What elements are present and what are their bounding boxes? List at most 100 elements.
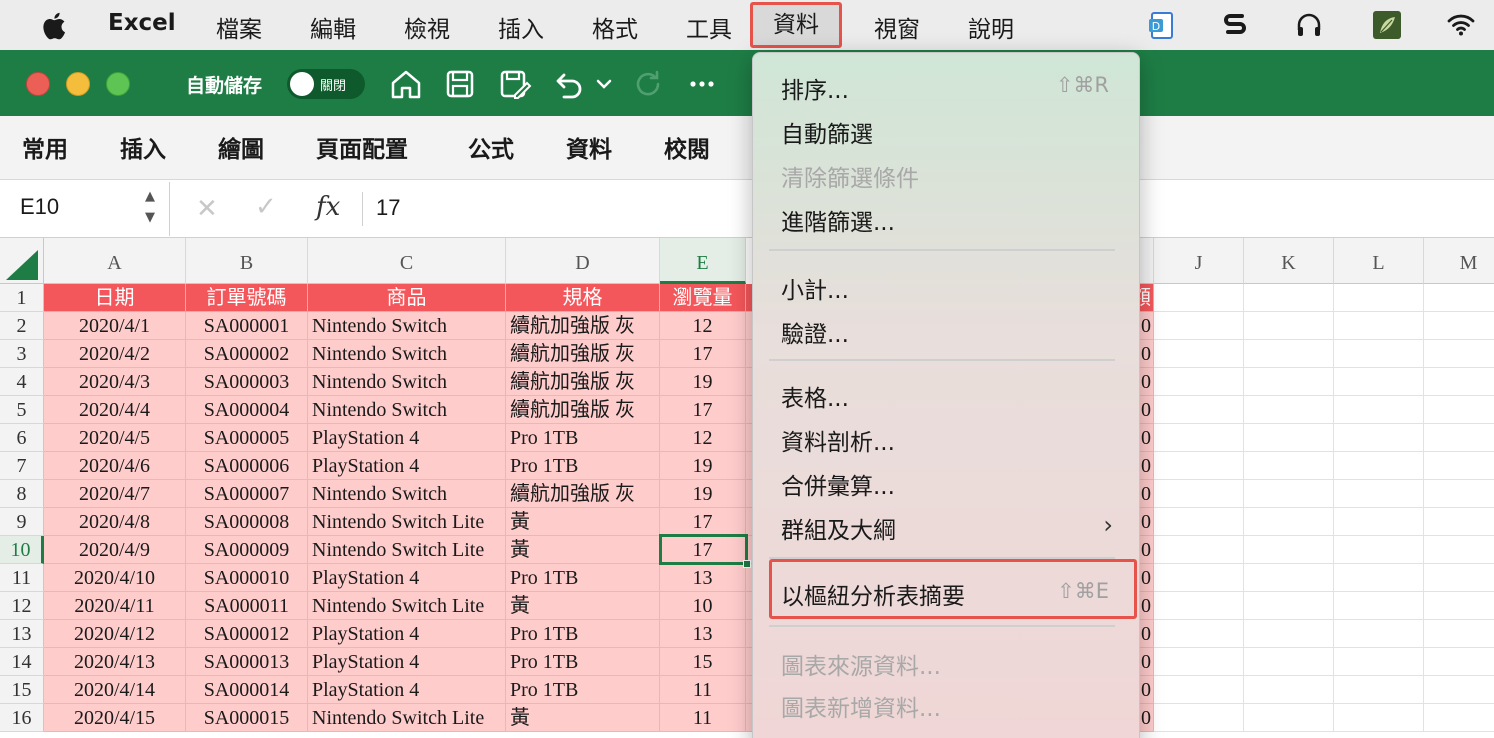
column-header-k[interactable]: K — [1244, 238, 1334, 284]
menu-item-validation[interactable]: 驗證... — [781, 315, 849, 349]
menubar-format[interactable]: 格式 — [592, 10, 638, 44]
empty-cell[interactable] — [1244, 396, 1334, 424]
empty-cell[interactable] — [1244, 480, 1334, 508]
table-cell[interactable]: SA000012 — [186, 620, 308, 648]
row-header[interactable]: 1 — [0, 284, 44, 312]
menu-item-subtotal[interactable]: 小計... — [781, 271, 849, 305]
cancel-entry-icon[interactable]: ✕ — [196, 194, 218, 224]
empty-cell[interactable] — [1154, 396, 1244, 424]
table-cell[interactable]: Pro 1TB — [506, 452, 660, 480]
confirm-entry-icon[interactable]: ✓ — [255, 192, 277, 222]
wifi-icon[interactable] — [1446, 10, 1476, 40]
empty-cell[interactable] — [1424, 452, 1494, 480]
empty-cell[interactable] — [1334, 536, 1424, 564]
table-cell[interactable]: PlayStation 4 — [308, 452, 506, 480]
empty-cell[interactable] — [1244, 368, 1334, 396]
empty-cell[interactable] — [1154, 312, 1244, 340]
table-cell[interactable]: SA000004 — [186, 396, 308, 424]
redo-icon[interactable] — [630, 66, 666, 102]
menu-item-pivot-table-summary[interactable]: 以樞紐分析表摘要 — [781, 577, 965, 611]
table-cell[interactable]: 續航加強版 灰 — [506, 312, 660, 340]
empty-cell[interactable] — [1424, 396, 1494, 424]
empty-cell[interactable] — [1334, 676, 1424, 704]
more-options-icon[interactable] — [684, 66, 720, 102]
spreadsheet-grid[interactable]: A B C D E J K L M 1 日期 訂單號碼 商品 規格 瀏覽量額 2 2020/4/1 SA00000… — [0, 238, 1494, 738]
menubar-view[interactable]: 檢視 — [404, 10, 450, 44]
empty-cell[interactable] — [1334, 424, 1424, 452]
empty-cell[interactable] — [1334, 508, 1424, 536]
column-header-a[interactable]: A — [44, 238, 186, 284]
menu-item-text-to-columns[interactable]: 資料剖析... — [781, 423, 895, 457]
table-cell[interactable]: PlayStation 4 — [308, 676, 506, 704]
table-cell[interactable]: 10 — [660, 592, 746, 620]
row-header[interactable]: 16 — [0, 704, 44, 732]
table-cell[interactable]: SA000007 — [186, 480, 308, 508]
table-cell[interactable]: 2020/4/13 — [44, 648, 186, 676]
row-header[interactable]: 4 — [0, 368, 44, 396]
table-cell[interactable]: 續航加強版 灰 — [506, 368, 660, 396]
empty-cell[interactable] — [1154, 480, 1244, 508]
undo-dropdown-chevron-icon[interactable] — [592, 66, 616, 102]
table-cell[interactable]: 黃 — [506, 536, 660, 564]
empty-cell[interactable] — [1154, 284, 1244, 312]
menu-item-sort[interactable]: 排序... — [781, 71, 849, 105]
autosave-toggle[interactable]: 關閉 — [287, 69, 365, 99]
undo-icon[interactable] — [550, 66, 586, 102]
minimize-window-button[interactable] — [66, 72, 90, 96]
column-header-m[interactable]: M — [1424, 238, 1494, 284]
table-cell[interactable]: 12 — [660, 424, 746, 452]
table-cell[interactable]: Nintendo Switch Lite — [308, 536, 506, 564]
insert-function-button[interactable]: fx — [316, 192, 340, 222]
row-header[interactable]: 6 — [0, 424, 44, 452]
empty-cell[interactable] — [1244, 508, 1334, 536]
table-cell[interactable]: 2020/4/14 — [44, 676, 186, 704]
menubar-help[interactable]: 說明 — [968, 10, 1014, 44]
table-cell[interactable]: 2020/4/7 — [44, 480, 186, 508]
empty-cell[interactable] — [1154, 536, 1244, 564]
empty-cell[interactable] — [1334, 620, 1424, 648]
empty-cell[interactable] — [1154, 620, 1244, 648]
table-cell[interactable]: 11 — [660, 676, 746, 704]
table-cell[interactable]: Nintendo Switch — [308, 396, 506, 424]
empty-cell[interactable] — [1334, 312, 1424, 340]
table-cell[interactable]: Pro 1TB — [506, 676, 660, 704]
empty-cell[interactable] — [1154, 592, 1244, 620]
table-cell[interactable]: SA000010 — [186, 564, 308, 592]
row-header[interactable]: 2 — [0, 312, 44, 340]
fill-handle[interactable] — [743, 560, 751, 568]
table-cell[interactable]: SA000013 — [186, 648, 308, 676]
table-cell[interactable]: 19 — [660, 452, 746, 480]
empty-cell[interactable] — [1244, 620, 1334, 648]
empty-cell[interactable] — [1334, 452, 1424, 480]
menubar-window[interactable]: 視窗 — [874, 10, 920, 44]
s-app-icon[interactable] — [1220, 10, 1250, 40]
table-cell[interactable]: Nintendo Switch Lite — [308, 704, 506, 732]
table-cell[interactable]: 2020/4/3 — [44, 368, 186, 396]
apple-logo-icon[interactable] — [40, 12, 66, 40]
table-cell[interactable]: SA000009 — [186, 536, 308, 564]
empty-cell[interactable] — [1244, 564, 1334, 592]
empty-cell[interactable] — [1244, 676, 1334, 704]
empty-cell[interactable] — [1334, 340, 1424, 368]
close-window-button[interactable] — [26, 72, 50, 96]
empty-cell[interactable] — [1244, 312, 1334, 340]
menubar-data[interactable]: 資料 — [750, 2, 842, 48]
empty-cell[interactable] — [1424, 480, 1494, 508]
empty-cell[interactable] — [1424, 564, 1494, 592]
table-cell[interactable]: 黃 — [506, 704, 660, 732]
menu-item-advanced-filter[interactable]: 進階篩選... — [781, 203, 895, 237]
table-cell[interactable]: PlayStation 4 — [308, 424, 506, 452]
empty-cell[interactable] — [1334, 368, 1424, 396]
empty-cell[interactable] — [1154, 676, 1244, 704]
empty-cell[interactable] — [1154, 564, 1244, 592]
table-cell[interactable]: 2020/4/2 — [44, 340, 186, 368]
tab-draw[interactable]: 繪圖 — [218, 130, 264, 164]
column-header-c[interactable]: C — [308, 238, 506, 284]
table-cell[interactable]: 2020/4/10 — [44, 564, 186, 592]
table-cell[interactable]: SA000014 — [186, 676, 308, 704]
row-header[interactable]: 15 — [0, 676, 44, 704]
table-cell[interactable]: Nintendo Switch — [308, 368, 506, 396]
empty-cell[interactable] — [1424, 340, 1494, 368]
empty-cell[interactable] — [1424, 704, 1494, 732]
empty-cell[interactable] — [1154, 508, 1244, 536]
